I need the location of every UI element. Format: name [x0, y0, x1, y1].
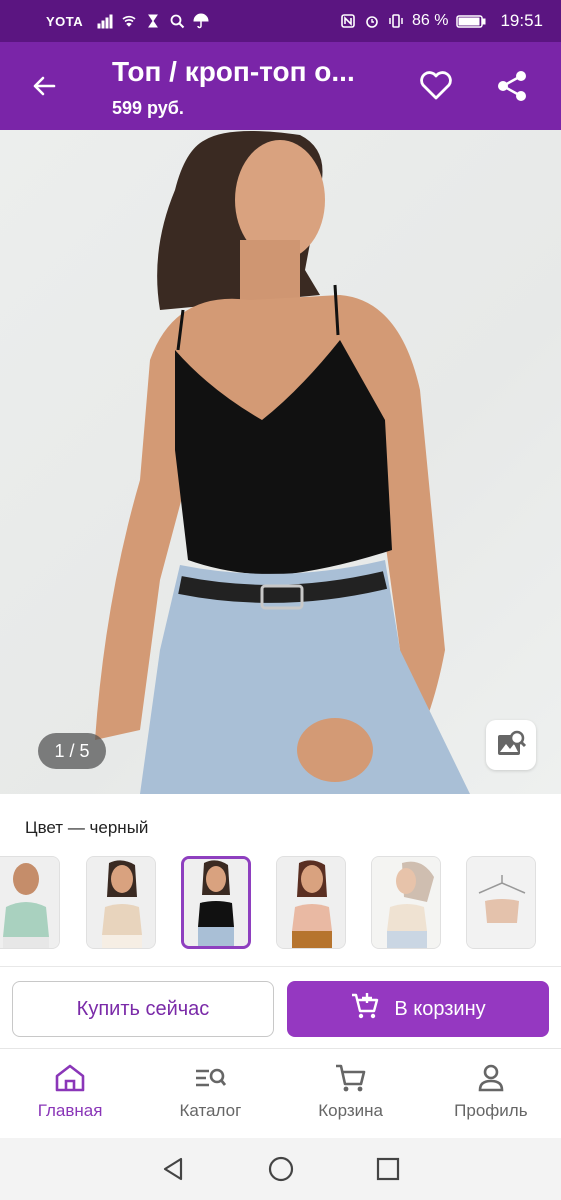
nav-cart[interactable]: Корзина	[281, 1049, 421, 1138]
cart-icon	[334, 1061, 368, 1095]
model-illustration	[95, 131, 470, 794]
product-price: 599 руб.	[112, 98, 184, 118]
color-label: Цвет — черный	[25, 818, 149, 837]
product-title: Топ / кроп-топ о...	[112, 56, 355, 87]
heart-icon[interactable]	[414, 66, 458, 106]
add-to-cart-button[interactable]: В корзину	[287, 981, 549, 1037]
product-photo[interactable]: 1 / 5	[0, 130, 561, 794]
color-picker: Цвет — черный	[0, 794, 561, 966]
nav-home-label: Главная	[37, 1101, 103, 1120]
system-recents-icon[interactable]	[373, 1154, 403, 1184]
nav-catalog[interactable]: Каталог	[140, 1049, 280, 1138]
carrier-label: YOTA	[46, 13, 84, 29]
color-thumb-beige[interactable]	[86, 856, 156, 949]
search-icon	[169, 13, 185, 29]
nav-home[interactable]: Главная	[0, 1049, 140, 1138]
system-back-icon[interactable]	[159, 1154, 189, 1184]
system-home-icon[interactable]	[266, 1154, 296, 1184]
photo-pager: 1 / 5	[38, 733, 106, 769]
color-thumb-cream[interactable]	[371, 856, 441, 949]
signal-icon	[97, 13, 113, 29]
status-bar: YOTA 86 % 19:51	[0, 0, 561, 42]
battery-level: 86 %	[411, 12, 449, 29]
buy-now-button[interactable]: Купить сейчас	[12, 981, 274, 1037]
color-thumb-black[interactable]	[181, 856, 251, 949]
nav-catalog-label: Каталог	[179, 1101, 242, 1120]
app-bar: Топ / кроп-топ о... 599 руб.	[0, 42, 561, 130]
clock: 19:51	[500, 11, 543, 30]
color-thumb-peach[interactable]	[276, 856, 346, 949]
add-to-cart-label: В корзину	[394, 997, 486, 1020]
nav-profile[interactable]: Профиль	[421, 1049, 561, 1138]
color-thumb-pink[interactable]	[466, 856, 536, 949]
nav-cart-label: Корзина	[318, 1101, 383, 1120]
wifi-icon	[121, 13, 137, 29]
battery-icon	[456, 13, 486, 29]
purchase-actions: Купить сейчас В корзину	[0, 966, 561, 1048]
add-to-cart-icon	[350, 991, 380, 1027]
alarm-icon	[364, 13, 380, 29]
vibrate-icon	[388, 13, 404, 29]
nav-profile-label: Профиль	[454, 1101, 528, 1120]
system-navigation-bar	[0, 1138, 561, 1200]
share-icon[interactable]	[490, 66, 534, 106]
image-search-icon[interactable]	[486, 720, 536, 770]
home-icon	[53, 1061, 87, 1095]
nfc-icon	[340, 13, 356, 29]
color-thumb-mint[interactable]	[0, 856, 60, 949]
profile-icon	[474, 1061, 508, 1095]
umbrella-icon	[193, 13, 209, 29]
catalog-search-icon	[193, 1061, 227, 1095]
hourglass-icon	[145, 13, 161, 29]
back-arrow-icon[interactable]	[24, 66, 64, 106]
color-thumbnails	[0, 856, 561, 950]
bottom-navigation: Главная Каталог Корзина Профиль	[0, 1048, 561, 1138]
